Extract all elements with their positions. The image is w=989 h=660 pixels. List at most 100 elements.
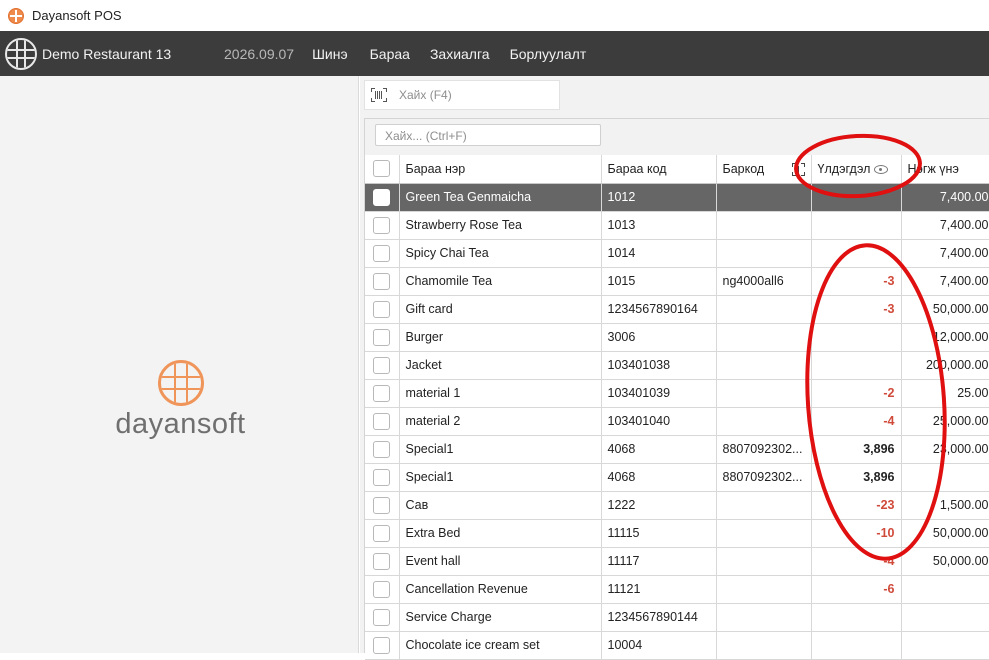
row-checkbox[interactable] — [365, 239, 400, 268]
checkbox[interactable] — [373, 636, 391, 654]
row-checkbox[interactable] — [365, 575, 400, 604]
checkbox[interactable] — [373, 384, 391, 402]
checkbox[interactable] — [373, 356, 391, 374]
table-row[interactable]: Jacket 103401038 200,000.00 — [365, 351, 989, 380]
cell-price: 200,000.00 — [901, 351, 989, 380]
checkbox[interactable] — [373, 328, 391, 346]
cell-stock: 3,896 — [811, 435, 902, 464]
table-row[interactable]: Cancellation Revenue 11121 -6 — [365, 575, 989, 604]
checkbox[interactable] — [373, 496, 391, 514]
cell-barcode — [716, 295, 812, 324]
cell-name: Special1 — [399, 463, 602, 492]
filter-input[interactable]: Хайх... (Ctrl+F) — [375, 124, 601, 146]
eye-icon[interactable] — [874, 164, 889, 174]
nav-products[interactable]: Бараа — [370, 46, 410, 62]
nav-sales[interactable]: Борлуулалт — [510, 46, 587, 62]
table-row[interactable]: Strawberry Rose Tea 1013 7,400.00 — [365, 211, 989, 240]
cell-price: 23,000.00 — [901, 435, 989, 464]
row-checkbox[interactable] — [365, 323, 400, 352]
cell-code: 1013 — [601, 211, 717, 240]
checkbox[interactable] — [373, 188, 391, 206]
restaurant-name[interactable]: Demo Restaurant 13 — [42, 46, 224, 62]
row-checkbox[interactable] — [365, 603, 400, 632]
nav-orders[interactable]: Захиалга — [430, 46, 490, 62]
table-row[interactable]: Extra Bed 11115 -10 50,000.00 — [365, 519, 989, 548]
checkbox[interactable] — [373, 300, 391, 318]
table-row[interactable]: Green Tea Genmaicha 1012 7,400.00 — [365, 183, 989, 212]
row-checkbox[interactable] — [365, 631, 400, 660]
table-row[interactable]: Сав 1222 -23 1,500.00 — [365, 491, 989, 520]
table-header-row: Бараа нэр Бараа код Баркод Үлдэгдэл Нэгж… — [365, 155, 989, 184]
checkbox[interactable] — [373, 244, 391, 262]
row-checkbox[interactable] — [365, 295, 400, 324]
table-row[interactable]: Chamomile Tea 1015 ng4000all6 -3 7,400.00 — [365, 267, 989, 296]
checkbox[interactable] — [373, 552, 391, 570]
row-checkbox[interactable] — [365, 267, 400, 296]
table-row[interactable]: material 1 103401039 -2 25.00 — [365, 379, 989, 408]
cell-stock: -3 — [811, 267, 902, 296]
row-checkbox[interactable] — [365, 491, 400, 520]
row-checkbox[interactable] — [365, 463, 400, 492]
checkbox[interactable] — [373, 608, 391, 626]
checkbox[interactable] — [373, 440, 391, 458]
select-all-checkbox[interactable] — [365, 155, 400, 184]
column-header-code[interactable]: Бараа код — [601, 155, 717, 184]
row-checkbox[interactable] — [365, 351, 400, 380]
checkbox[interactable] — [373, 524, 391, 542]
row-checkbox[interactable] — [365, 379, 400, 408]
table-row[interactable]: Gift card 1234567890164 -3 50,000.00 — [365, 295, 989, 324]
row-checkbox[interactable] — [365, 547, 400, 576]
table-row[interactable]: Chocolate ice cream set 10004 — [365, 631, 989, 660]
cell-name: Chamomile Tea — [399, 267, 602, 296]
search-box[interactable]: Хайх (F4) — [364, 80, 560, 110]
row-checkbox[interactable] — [365, 407, 400, 436]
table-row[interactable]: Event hall 11117 -4 50,000.00 — [365, 547, 989, 576]
checkbox[interactable] — [373, 412, 391, 430]
restaurant-logo-icon[interactable] — [5, 37, 37, 70]
column-header-stock[interactable]: Үлдэгдэл — [811, 155, 902, 184]
cell-stock — [811, 323, 902, 352]
cell-price — [901, 603, 989, 632]
cell-barcode: 8807092302... — [716, 463, 812, 492]
checkbox[interactable] — [373, 272, 391, 290]
cell-name: Special1 — [399, 435, 602, 464]
cell-name: Service Charge — [399, 603, 602, 632]
checkbox[interactable] — [373, 580, 391, 598]
cell-barcode — [716, 323, 812, 352]
cell-name: Сав — [399, 491, 602, 520]
column-header-barcode-label: Баркод — [722, 161, 765, 176]
cell-code: 1234567890144 — [601, 603, 717, 632]
row-checkbox[interactable] — [365, 211, 400, 240]
table-row[interactable]: Special1 4068 8807092302... 3,896 23,000.00 — [365, 435, 989, 464]
column-header-barcode[interactable]: Баркод — [716, 155, 812, 184]
column-header-price[interactable]: Нэгж үнэ — [901, 155, 989, 184]
table-row[interactable]: Spicy Chai Tea 1014 7,400.00 — [365, 239, 989, 268]
column-header-name[interactable]: Бараа нэр — [399, 155, 602, 184]
cell-price: 50,000.00 — [901, 295, 989, 324]
cell-stock: -3 — [811, 295, 902, 324]
cell-name: material 1 — [399, 379, 602, 408]
table-row[interactable]: material 2 103401040 -4 25,000.00 — [365, 407, 989, 436]
checkbox[interactable] — [373, 468, 391, 486]
product-area: Хайх (F4) Хайх... (Ctrl+F) Бараа нэр Бар… — [360, 76, 989, 660]
row-checkbox[interactable] — [365, 519, 400, 548]
barcode-scan-icon[interactable] — [791, 162, 805, 176]
cell-stock — [811, 183, 902, 212]
table-row[interactable]: Special1 4068 8807092302... 3,896 — [365, 463, 989, 492]
barcode-scan-icon[interactable] — [371, 88, 387, 102]
checkbox[interactable] — [373, 216, 391, 234]
cell-barcode — [716, 239, 812, 268]
cell-code: 103401040 — [601, 407, 717, 436]
table-row[interactable]: Burger 3006 12,000.00 — [365, 323, 989, 352]
cell-barcode — [716, 603, 812, 632]
table-body: Green Tea Genmaicha 1012 7,400.00 Strawberr… — [365, 183, 989, 660]
cell-barcode — [716, 575, 812, 604]
search-placeholder: Хайх (F4) — [399, 88, 452, 102]
nav-new[interactable]: Шинэ — [312, 46, 348, 62]
cell-stock: -23 — [811, 491, 902, 520]
cell-barcode — [716, 547, 812, 576]
row-checkbox[interactable] — [365, 435, 400, 464]
table-row[interactable]: Service Charge 1234567890144 — [365, 603, 989, 632]
row-checkbox[interactable] — [365, 183, 400, 212]
cell-code: 1014 — [601, 239, 717, 268]
